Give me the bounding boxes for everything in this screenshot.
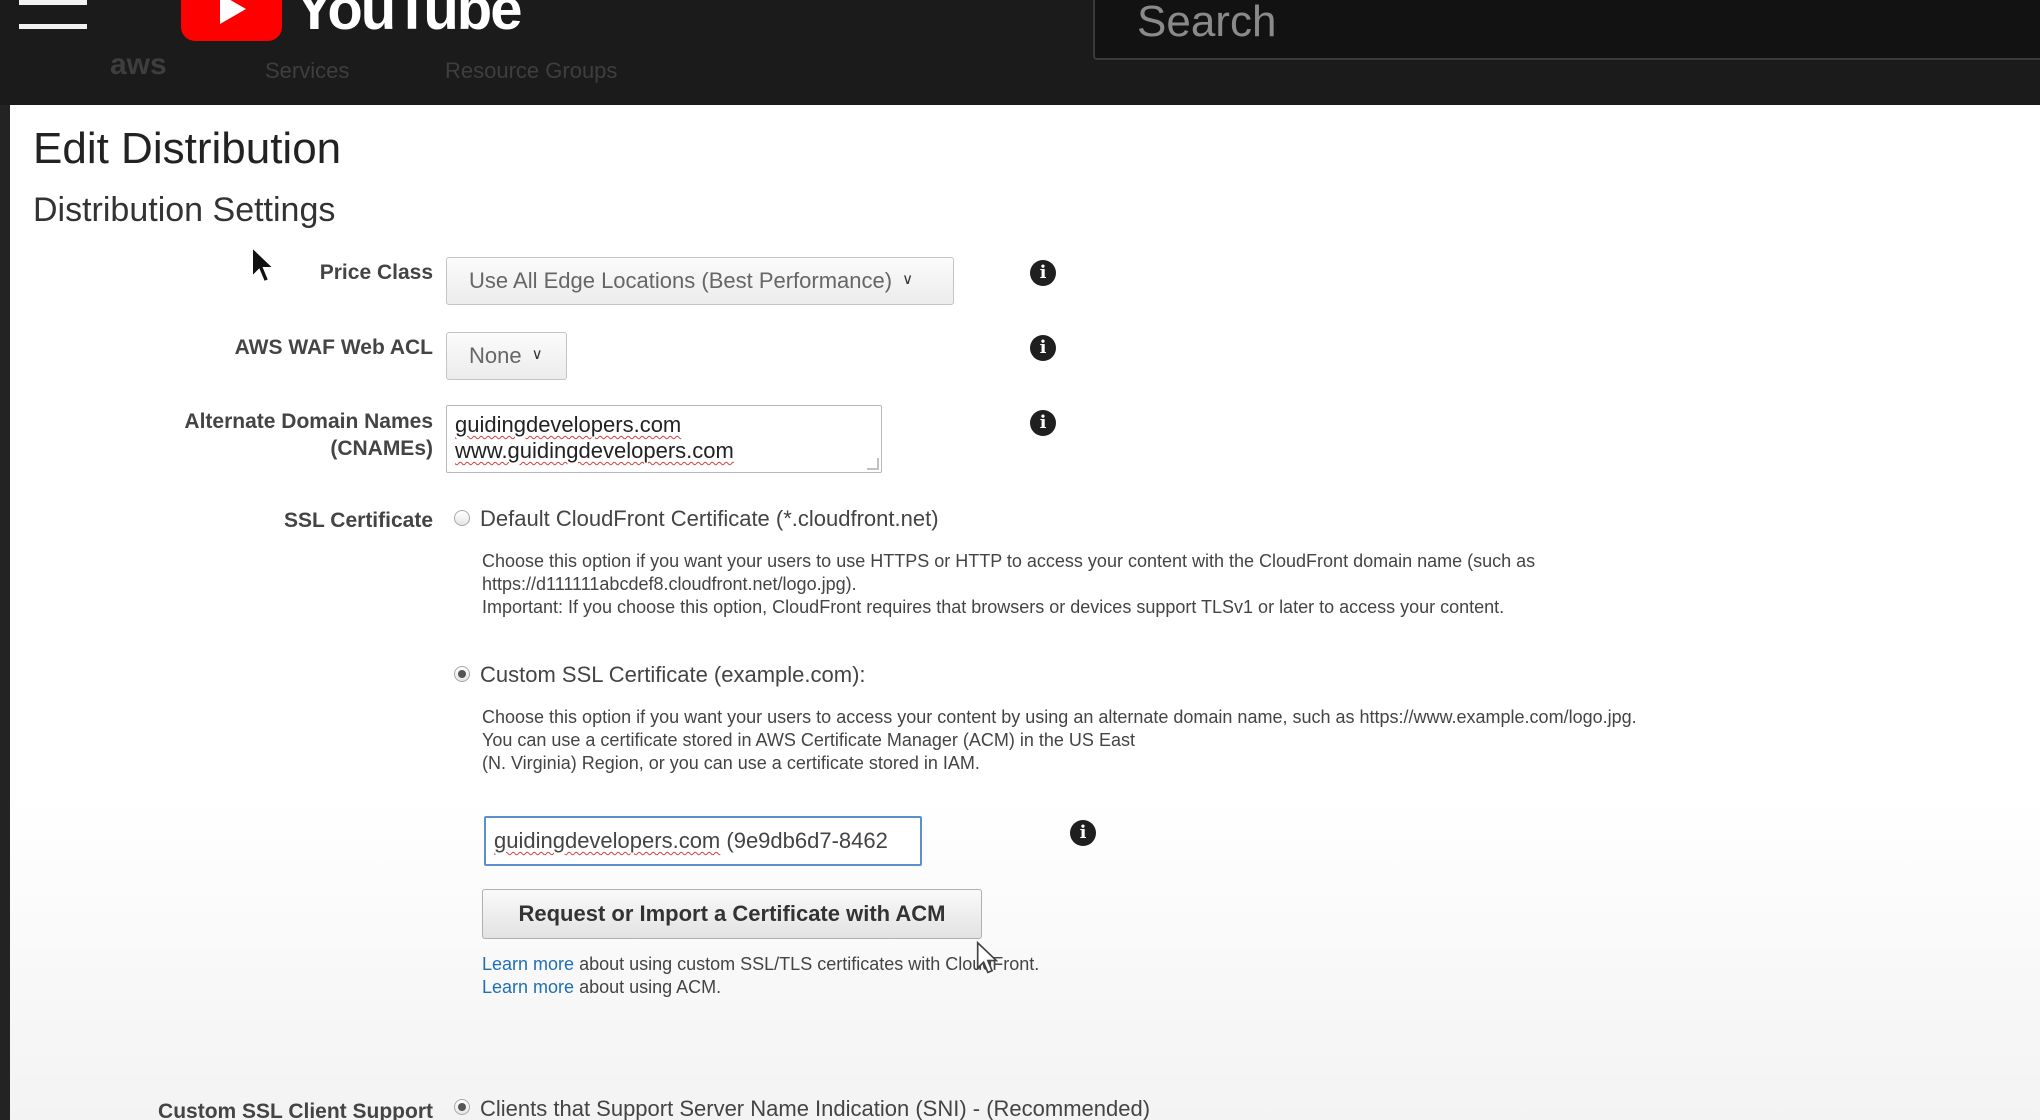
custom-certificate-help-1: Choose this option if you want your user… <box>482 707 1637 727</box>
chevron-down-icon: ∨ <box>531 346 543 364</box>
learn-more-acm-line: Learn more about using ACM. <box>482 976 721 999</box>
edit-distribution-page: Edit Distribution Distribution Settings … <box>10 105 2040 1120</box>
certificate-select-input[interactable]: guidingdevelopers.com (9e9db6d7-8462 <box>484 816 922 866</box>
cname-line-2: www.guidingdevelopers.com <box>455 438 734 463</box>
cnames-label-line2: (CNAMEs) <box>330 437 433 460</box>
waf-acl-label: AWS WAF Web ACL <box>234 336 433 359</box>
custom-certificate-radio[interactable] <box>454 666 470 682</box>
learn-more-acm-link[interactable]: Learn more <box>482 977 574 997</box>
hamburger-menu-icon[interactable] <box>19 0 87 30</box>
custom-certificate-option[interactable]: Custom SSL Certificate (example.com): <box>480 662 866 688</box>
waf-acl-select[interactable]: None ∨ <box>446 332 567 380</box>
page-title: Edit Distribution <box>33 124 342 173</box>
learn-more-ssl-line: Learn more about using custom SSL/TLS ce… <box>482 953 1039 976</box>
learn-more-ssl-text: about using custom SSL/TLS certificates … <box>574 954 1040 974</box>
price-class-label: Price Class <box>319 261 433 284</box>
info-icon[interactable]: i <box>1030 335 1056 361</box>
certificate-domain: guidingdevelopers.com <box>494 828 721 853</box>
search-placeholder: Search <box>1137 0 1277 46</box>
custom-certificate-help-3: (N. Virginia) Region, or you can use a c… <box>482 753 980 773</box>
custom-certificate-help-2: You can use a certificate stored in AWS … <box>482 730 1135 750</box>
default-certificate-help-3: Important: If you choose this option, Cl… <box>482 597 1505 617</box>
aws-brand-logo: aws <box>110 48 167 81</box>
cname-line-1: guidingdevelopers.com <box>455 412 682 437</box>
default-certificate-option[interactable]: Default CloudFront Certificate (*.cloudf… <box>480 506 939 532</box>
price-class-select[interactable]: Use All Edge Locations (Best Performance… <box>446 257 954 305</box>
aws-services-menu: Services <box>265 58 350 83</box>
price-class-value: Use All Edge Locations (Best Performance… <box>469 268 893 293</box>
sni-option[interactable]: Clients that Support Server Name Indicat… <box>480 1096 1150 1120</box>
play-icon <box>220 0 246 24</box>
info-icon[interactable]: i <box>1070 820 1096 846</box>
section-title: Distribution Settings <box>33 191 336 229</box>
youtube-top-bar: YouTube aws Services Resource Groups Sea… <box>0 0 2040 105</box>
learn-more-acm-text: about using ACM. <box>574 977 722 997</box>
cnames-textarea[interactable]: guidingdevelopers.com www.guidingdevelop… <box>446 405 882 473</box>
ssl-certificate-label: SSL Certificate <box>284 509 433 532</box>
info-icon[interactable]: i <box>1030 410 1056 436</box>
resize-handle-icon[interactable] <box>867 458 879 470</box>
aws-resource-groups-menu: Resource Groups <box>445 58 618 83</box>
default-certificate-help-2: https://d111111abcdef8.cloudfront.net/lo… <box>482 574 857 594</box>
sni-radio[interactable] <box>454 1099 470 1115</box>
mouse-pointer-icon <box>251 245 276 284</box>
mouse-pointer-icon <box>976 941 998 974</box>
default-certificate-help-1: Choose this option if you want your user… <box>482 551 1536 571</box>
cnames-label-line1: Alternate Domain Names <box>184 410 433 433</box>
info-icon[interactable]: i <box>1030 260 1056 286</box>
certificate-id: (9e9db6d7-8462 <box>720 828 888 853</box>
chevron-down-icon: ∨ <box>902 271 914 289</box>
default-certificate-radio[interactable] <box>454 510 470 526</box>
youtube-wordmark[interactable]: YouTube <box>295 0 522 40</box>
request-certificate-button[interactable]: Request or Import a Certificate with ACM <box>482 889 982 939</box>
learn-more-ssl-link[interactable]: Learn more <box>482 954 574 974</box>
waf-acl-value: None <box>469 343 522 368</box>
cnames-label: Alternate Domain Names (CNAMEs) <box>184 408 433 462</box>
youtube-search-input[interactable]: Search <box>1093 0 2040 60</box>
client-support-label: Custom SSL Client Support <box>158 1100 433 1120</box>
